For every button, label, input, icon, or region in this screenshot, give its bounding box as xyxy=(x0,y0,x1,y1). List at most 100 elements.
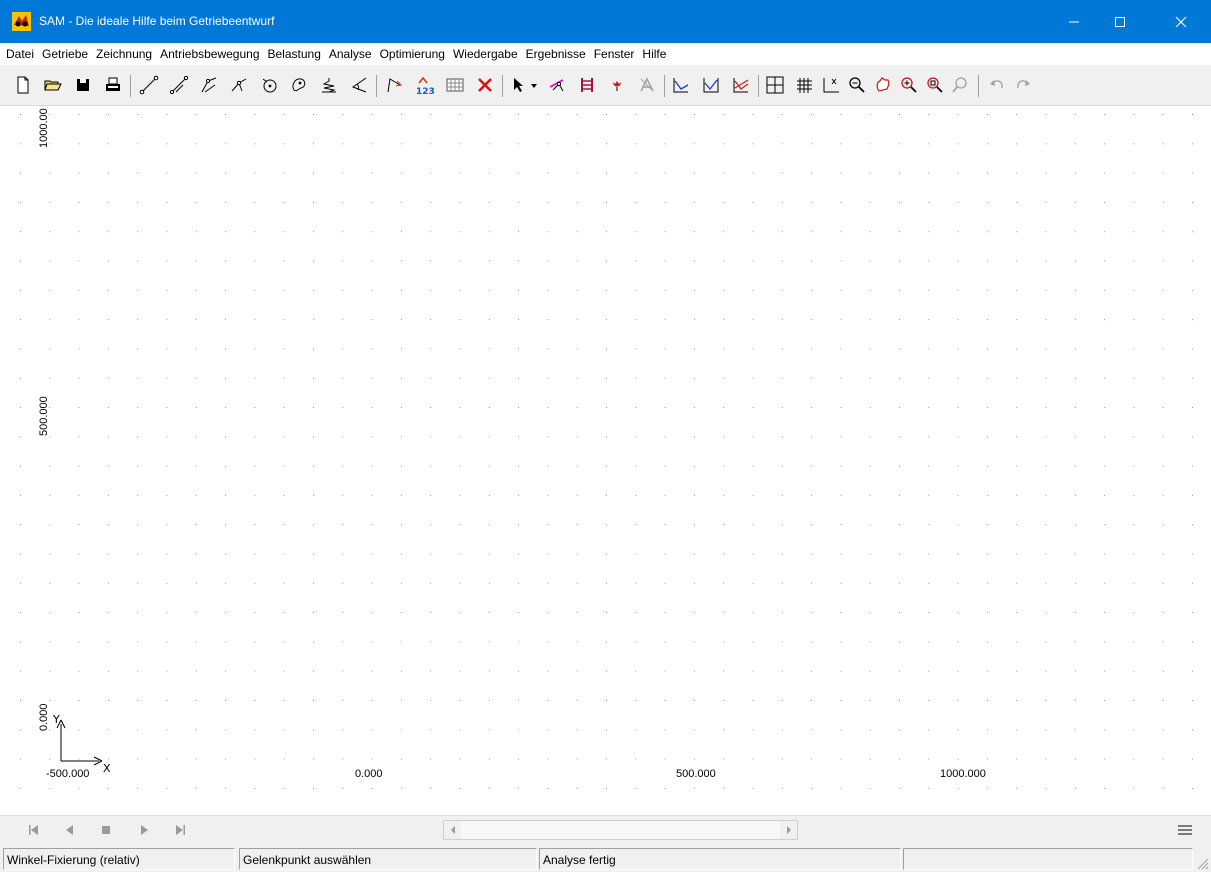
toolbar-separator xyxy=(758,75,759,97)
minimize-icon xyxy=(1069,21,1079,22)
table-button[interactable] xyxy=(444,74,466,96)
status-panel-hint: Gelenkpunkt auswählen xyxy=(239,848,537,870)
skip-to-start-button[interactable] xyxy=(24,821,44,839)
maximize-button[interactable] xyxy=(1097,0,1143,43)
graph-icon-3 xyxy=(733,78,749,93)
mechanism-button[interactable] xyxy=(636,74,658,96)
grid-snap-icon xyxy=(766,76,784,94)
close-button[interactable] xyxy=(1151,0,1211,43)
redo-button[interactable] xyxy=(1012,74,1034,96)
table-icon xyxy=(446,78,464,92)
undo-button[interactable] xyxy=(986,74,1008,96)
disabled-mechanism-icon xyxy=(640,77,654,92)
angle-element-icon xyxy=(351,77,367,93)
y-axis-label-1000: 1000.00 xyxy=(38,108,50,148)
delete-button[interactable] xyxy=(474,74,496,96)
print-icon xyxy=(106,77,120,91)
scroll-left-button[interactable] xyxy=(444,821,461,839)
playback-bar xyxy=(0,815,1211,843)
spring-element-icon xyxy=(322,78,336,93)
coordinate-axes-icon: Y X xyxy=(52,713,111,774)
resize-grip-icon[interactable] xyxy=(1196,857,1209,870)
pan-button[interactable] xyxy=(872,74,894,96)
toolbar: 123 xyxy=(0,65,1211,106)
cam-element-icon xyxy=(292,78,306,92)
x-axis-label-500: 500.000 xyxy=(676,768,716,780)
graph2-button[interactable] xyxy=(700,74,722,96)
minimize-button[interactable] xyxy=(1051,0,1097,43)
zoom-window-button[interactable] xyxy=(924,74,946,96)
zoom-previous-button[interactable] xyxy=(950,74,972,96)
dropdown-arrow-icon xyxy=(531,84,537,88)
x-axis-label-0: 0.000 xyxy=(355,768,383,780)
menu-hilfe[interactable]: Hilfe xyxy=(638,44,670,64)
graph1-button[interactable] xyxy=(670,74,692,96)
menu-fenster[interactable]: Fenster xyxy=(590,44,639,64)
toolbar-separator xyxy=(664,75,665,97)
beam-button[interactable] xyxy=(138,74,160,96)
print-button[interactable] xyxy=(102,74,124,96)
scroll-right-button[interactable] xyxy=(780,821,797,839)
spring-button[interactable] xyxy=(318,74,340,96)
zoom-out-icon xyxy=(849,77,865,93)
grid-snap-button[interactable] xyxy=(764,74,786,96)
app-logo-icon xyxy=(12,12,31,31)
new-file-button[interactable] xyxy=(12,74,34,96)
motion-button[interactable] xyxy=(546,74,568,96)
slider-button[interactable] xyxy=(168,74,190,96)
delete-icon xyxy=(478,78,492,92)
driver-button[interactable] xyxy=(384,74,406,96)
menu-antriebsbewegung[interactable]: Antriebsbewegung xyxy=(156,44,263,64)
linkage2-button[interactable] xyxy=(228,74,250,96)
grid-dots xyxy=(20,114,1193,789)
save-button[interactable] xyxy=(72,74,94,96)
menu-analyse[interactable]: Analyse xyxy=(325,44,376,64)
zoom-out-button[interactable] xyxy=(846,74,868,96)
maximize-icon xyxy=(1115,16,1125,27)
gear-button[interactable] xyxy=(258,74,280,96)
ladder-button[interactable] xyxy=(576,74,598,96)
playback-menu-button[interactable] xyxy=(1172,819,1198,841)
select-button[interactable] xyxy=(508,74,530,96)
play-backward-button[interactable] xyxy=(60,821,80,839)
force-button[interactable] xyxy=(606,74,628,96)
linkage-button[interactable] xyxy=(198,74,220,96)
stop-button[interactable] xyxy=(96,821,116,839)
skip-to-start-icon xyxy=(29,825,38,835)
play-forward-button[interactable] xyxy=(134,821,154,839)
status-panel-fixation: Winkel-Fixierung (relativ) xyxy=(3,848,235,870)
angle-button[interactable] xyxy=(348,74,370,96)
scroll-left-icon xyxy=(450,826,455,834)
menu-datei[interactable]: Datei xyxy=(2,44,38,64)
menu-zeichnung[interactable]: Zeichnung xyxy=(92,44,156,64)
grid-toggle-button[interactable] xyxy=(794,74,816,96)
force-icon xyxy=(613,81,621,91)
graph3-button[interactable] xyxy=(730,74,752,96)
open-button[interactable] xyxy=(42,74,64,96)
drawing-canvas[interactable]: 1000.00 500.000 0.000 -500.000 0.000 500… xyxy=(0,106,1211,815)
select-dropdown-button[interactable] xyxy=(528,74,540,96)
menu-belastung[interactable]: Belastung xyxy=(264,44,325,64)
cam-button[interactable] xyxy=(288,74,310,96)
horizontal-scrollbar[interactable] xyxy=(443,820,798,840)
menu-getriebe[interactable]: Getriebe xyxy=(38,44,92,64)
hamburger-menu-icon xyxy=(1178,825,1192,835)
status-panel-analysis: Analyse fertig xyxy=(539,848,901,870)
svg-text:123: 123 xyxy=(416,87,435,95)
play-backward-icon xyxy=(66,825,73,835)
pan-icon xyxy=(876,77,890,92)
menu-wiedergabe[interactable]: Wiedergabe xyxy=(449,44,522,64)
skip-to-end-button[interactable] xyxy=(170,821,190,839)
menu-optimierung[interactable]: Optimierung xyxy=(376,44,449,64)
axes-toggle-button[interactable] xyxy=(820,74,842,96)
title-bar[interactable]: SAM - Die ideale Hilfe beim Getriebeentw… xyxy=(0,0,1211,43)
close-icon xyxy=(1175,16,1187,27)
toolbar-separator xyxy=(502,75,503,97)
zoom-in-button[interactable] xyxy=(898,74,920,96)
menu-ergebnisse[interactable]: Ergebnisse xyxy=(522,44,590,64)
graph-icon-2 xyxy=(703,78,719,93)
select-pointer-icon xyxy=(514,78,523,92)
window-title: SAM - Die ideale Hilfe beim Getriebeentw… xyxy=(39,14,275,28)
motion-icon xyxy=(549,79,564,92)
numbering-button[interactable]: 123 xyxy=(414,74,436,96)
